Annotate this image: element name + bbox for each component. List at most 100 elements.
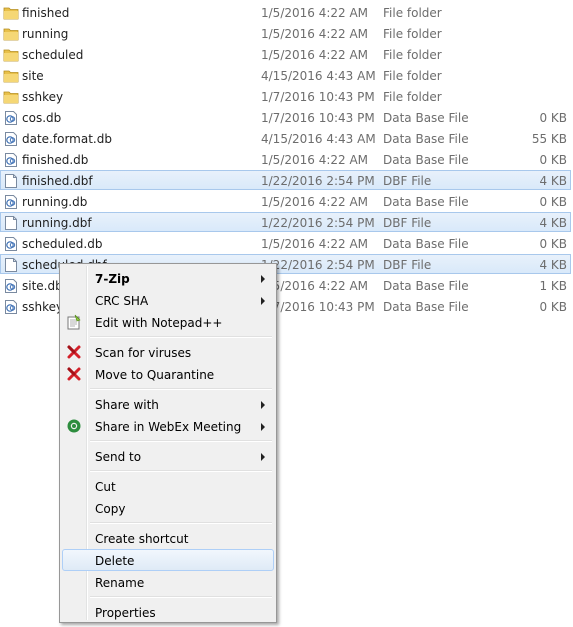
file-type: Data Base File [383, 132, 469, 146]
file-date-modified: 1/5/2016 4:22 AM [261, 195, 369, 209]
menu-item-label: Share in WebEx Meeting [95, 420, 242, 434]
file-size: 4 KB [539, 174, 567, 188]
menu-item-move-to-quarantine[interactable]: Move to Quarantine [62, 363, 274, 385]
context-menu: 7-Zip CRC SHA Edit with Notepad++ Scan for … [59, 263, 277, 623]
menu-item-label: Create shortcut [95, 532, 189, 546]
file-date-modified: 1/5/2016 4:22 AM [261, 153, 369, 167]
menu-item-share-in-webex-meeting[interactable]: Share in WebEx Meeting [62, 415, 274, 437]
file-type: DBF File [383, 216, 432, 230]
file-type: Data Base File [383, 300, 469, 314]
file-date-modified: 1/22/2016 2:54 PM [261, 174, 375, 188]
menu-item-label: Send to [95, 450, 142, 464]
file-size: 4 KB [539, 216, 567, 230]
file-name: date.format.db [22, 132, 112, 146]
file-row[interactable]: finished.db 1/5/2016 4:22 AM Data Base Fil… [0, 149, 571, 169]
submenu-arrow-icon [261, 297, 265, 305]
file-name: scheduled [22, 48, 84, 62]
menu-separator [90, 596, 272, 598]
file-row[interactable]: finished 1/5/2016 4:22 AM File folder [0, 2, 571, 22]
menu-item-share-with[interactable]: Share with [62, 393, 274, 415]
menu-item-rename[interactable]: Rename [62, 571, 274, 593]
file-type: Data Base File [383, 195, 469, 209]
file-date-modified: 1/5/2016 4:22 AM [261, 6, 369, 20]
file-date-modified: 1/5/2016 4:22 AM [261, 237, 369, 251]
file-date-modified: 1/5/2016 4:22 AM [261, 279, 369, 293]
file-size: 0 KB [539, 153, 567, 167]
menu-separator [90, 336, 272, 338]
menu-item-label: Copy [95, 502, 126, 516]
menu-item-cut[interactable]: Cut [62, 475, 274, 497]
file-name: scheduled.db [22, 237, 103, 251]
folder-icon [3, 68, 19, 84]
file-name: finished.dbf [22, 174, 93, 188]
file-size: 4 KB [539, 258, 567, 272]
file-type: File folder [383, 27, 442, 41]
menu-item-send-to[interactable]: Send to [62, 445, 274, 467]
file-type: Data Base File [383, 237, 469, 251]
file-name: site.db [22, 279, 63, 293]
file-row[interactable]: sshkey 1/7/2016 10:43 PM File folder [0, 86, 571, 106]
antivirus-icon [66, 344, 82, 360]
file-type: File folder [383, 69, 442, 83]
file-type: File folder [383, 6, 442, 20]
notepad-plus-plus-icon [66, 314, 82, 330]
menu-separator [90, 440, 272, 442]
database-file-icon [3, 278, 19, 294]
file-name: site [22, 69, 44, 83]
database-file-icon [3, 152, 19, 168]
file-row[interactable]: finished.dbf 1/22/2016 2:54 PM DBF File 4 K… [0, 170, 571, 190]
file-row[interactable]: scheduled 1/5/2016 4:22 AM File folder [0, 44, 571, 64]
file-date-modified: 1/7/2016 10:43 PM [261, 90, 375, 104]
menu-item-delete[interactable]: Delete [62, 549, 274, 571]
file-row[interactable]: running.dbf 1/22/2016 2:54 PM DBF File 4 KB [0, 212, 571, 232]
file-name: running.db [22, 195, 88, 209]
file-row[interactable]: running.db 1/5/2016 4:22 AM Data Base File… [0, 191, 571, 211]
file-date-modified: 1/5/2016 4:22 AM [261, 27, 369, 41]
file-date-modified: 1/7/2016 10:43 PM [261, 300, 375, 314]
folder-icon [3, 47, 19, 63]
menu-item-properties[interactable]: Properties [62, 601, 274, 623]
submenu-arrow-icon [261, 453, 265, 461]
folder-icon [3, 26, 19, 42]
database-file-icon [3, 131, 19, 147]
file-name: running [22, 27, 69, 41]
menu-item-scan-for-viruses[interactable]: Scan for viruses [62, 341, 274, 363]
file-name: running.dbf [22, 216, 92, 230]
file-size: 55 KB [531, 132, 567, 146]
menu-item-edit-with-notepad[interactable]: Edit with Notepad++ [62, 311, 274, 333]
file-type: Data Base File [383, 153, 469, 167]
file-name: cos.db [22, 111, 62, 125]
file-name: sshkey [22, 90, 64, 104]
file-size: 0 KB [539, 300, 567, 314]
database-file-icon [3, 236, 19, 252]
database-file-icon [3, 194, 19, 210]
file-date-modified: 1/22/2016 2:54 PM [261, 216, 375, 230]
menu-item-label: 7-Zip [95, 272, 130, 286]
file-type: File folder [383, 90, 442, 104]
menu-item-copy[interactable]: Copy [62, 497, 274, 519]
file-type: Data Base File [383, 279, 469, 293]
database-file-icon [3, 299, 19, 315]
file-row[interactable]: scheduled.db 1/5/2016 4:22 AM Data Base Fi… [0, 233, 571, 253]
menu-separator [90, 388, 272, 390]
menu-item-label: Cut [95, 480, 116, 494]
menu-item-7-zip[interactable]: 7-Zip [62, 267, 274, 289]
menu-item-crc-sha[interactable]: CRC SHA [62, 289, 274, 311]
blank-file-icon [3, 173, 19, 189]
menu-item-label: Edit with Notepad++ [95, 316, 223, 330]
file-type: DBF File [383, 258, 432, 272]
menu-item-label: Rename [95, 576, 145, 590]
menu-item-label: CRC SHA [95, 294, 149, 308]
file-row[interactable]: running 1/5/2016 4:22 AM File folder [0, 23, 571, 43]
menu-item-label: Scan for viruses [95, 346, 192, 360]
file-row[interactable]: cos.db 1/7/2016 10:43 PM Data Base File 0 K… [0, 107, 571, 127]
file-row[interactable]: date.format.db 4/15/2016 4:43 AM Data Base… [0, 128, 571, 148]
menu-separator [90, 522, 272, 524]
menu-item-label: Delete [95, 554, 135, 568]
file-date-modified: 1/7/2016 10:43 PM [261, 111, 375, 125]
folder-icon [3, 89, 19, 105]
file-row[interactable]: site 4/15/2016 4:43 AM File folder [0, 65, 571, 85]
menu-item-create-shortcut[interactable]: Create shortcut [62, 527, 274, 549]
file-size: 0 KB [539, 237, 567, 251]
menu-item-label: Share with [95, 398, 159, 412]
